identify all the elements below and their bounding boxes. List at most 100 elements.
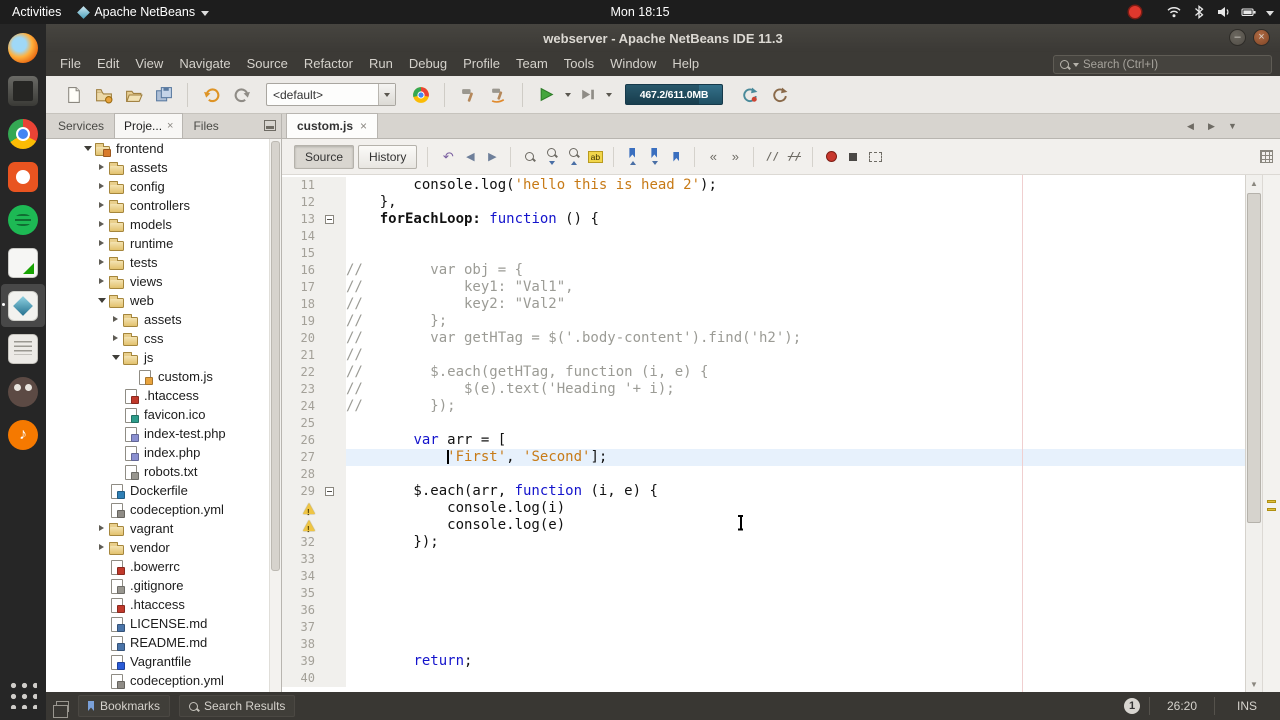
code-line-21[interactable]: 21 // [282,347,1245,364]
title-bar[interactable]: webserver - Apache NetBeans IDE 11.3 – × [46,24,1280,53]
bookmarks-button[interactable]: Bookmarks [78,695,171,717]
menu-navigate[interactable]: Navigate [171,52,238,76]
code-text[interactable]: // [346,347,1245,364]
menu-edit[interactable]: Edit [89,52,127,76]
code-text[interactable]: // $(e).text('Heading '+ i); [346,381,1245,398]
source-view-button[interactable]: Source [294,144,355,169]
code-line-23[interactable]: 23 // $(e).text('Heading '+ i); [282,381,1245,398]
dock-item-chrome[interactable] [1,112,45,155]
shift-left-button[interactable]: « [703,147,723,167]
editor-tab-custom-js[interactable]: custom.js × [286,113,379,138]
code-text[interactable]: 'First', 'Second']; [346,449,1245,466]
scroll-down-button[interactable]: ▼ [1246,676,1262,692]
tree-expander-icon[interactable] [96,237,109,250]
dock-item-text-editor[interactable] [1,327,45,370]
code-text[interactable]: var arr = [ [346,432,1245,449]
tree-item-runtime[interactable]: runtime [46,234,269,253]
run-options-caret-icon[interactable] [565,92,571,97]
editor-grid-icon[interactable] [1260,150,1273,163]
code-text[interactable] [346,228,1245,245]
tree-expander-icon[interactable] [96,199,109,212]
tree-item-config[interactable]: config [46,177,269,196]
code-text[interactable] [346,415,1245,432]
code-line-29[interactable]: 29 $.each(arr, function (i, e) { [282,483,1245,500]
tree-item-robots-txt[interactable]: robots.txt [46,462,269,481]
garbage-collect-button[interactable] [736,81,763,108]
tree-item-vagrantfile[interactable]: Vagrantfile [46,652,269,671]
system-tray[interactable] [1129,0,1274,24]
code-line-18[interactable]: 18 // key2: "Val2" [282,296,1245,313]
find-previous-button[interactable] [563,147,583,167]
code-line-19[interactable]: 19 // }; [282,313,1245,330]
dock-item-gimp[interactable] [1,370,45,413]
panel-tab-files[interactable]: Files [183,113,228,138]
code-text[interactable]: console.log(i) [346,500,1245,517]
code-line-26[interactable]: 26 var arr = [ [282,432,1245,449]
code-text[interactable]: $.each(arr, function (i, e) { [346,483,1245,500]
code-line-14[interactable]: 14 [282,228,1245,245]
collapse-panel-button[interactable] [264,120,276,131]
menu-view[interactable]: View [127,52,171,76]
code-line-37[interactable]: 37 [282,619,1245,636]
tree-expander-icon[interactable] [96,180,109,193]
code-line-40[interactable]: 40 [282,670,1245,687]
tree-expander-icon[interactable] [110,332,123,345]
new-project-button[interactable] [90,81,117,108]
code-line-11[interactable]: 11 console.log('hello this is head 2'); [282,177,1245,194]
project-config-combobox[interactable]: <default> [266,83,396,106]
code-editor[interactable]: 11 console.log('hello this is head 2'); 1… [282,175,1245,692]
tab-list-button[interactable]: ▼ [1225,118,1240,134]
stop-macro-button[interactable] [843,147,863,167]
warning-mark[interactable] [1267,500,1276,503]
code-line-30[interactable]: console.log(i) [282,500,1245,521]
dock-item-spotify[interactable] [1,198,45,241]
search-results-button[interactable]: Search Results [179,695,296,717]
debug-project-button[interactable] [574,81,601,108]
find-next-button[interactable] [541,147,561,167]
code-text[interactable]: // $.each(getHTag, function (i, e) { [346,364,1245,381]
editor-scrollbar[interactable]: ▲ ▼ [1245,175,1262,692]
combobox-dropdown-button[interactable] [378,84,395,105]
dock-item-netbeans[interactable] [1,284,45,327]
toggle-bookmark-button[interactable] [666,147,686,167]
uncomment-button[interactable]: // [784,147,804,167]
scroll-tabs-right-button[interactable]: ▶ [1204,118,1219,134]
error-stripe[interactable] [1262,175,1280,692]
code-line-32[interactable]: 32 }); [282,534,1245,551]
clock-button[interactable]: Mon 18:15 [0,5,1280,19]
browser-select-button[interactable] [407,81,434,108]
tree-item-vagrant[interactable]: vagrant [46,519,269,538]
build-project-button[interactable] [455,81,482,108]
code-text[interactable] [346,245,1245,262]
back-button[interactable]: ◀ [460,147,480,167]
dock-item-libreoffice-calc[interactable] [1,241,45,284]
tree-item-css[interactable]: css [46,329,269,348]
menu-tools[interactable]: Tools [556,52,602,76]
dock-item-media-player[interactable] [1,413,45,456]
code-text[interactable]: // key2: "Val2" [346,296,1245,313]
tree-expander-icon[interactable] [96,294,109,307]
dock-item-firefox[interactable] [1,26,45,69]
tree-item-web[interactable]: web [46,291,269,310]
dock-item-terminal[interactable] [1,69,45,112]
code-text[interactable]: // var obj = { [346,262,1245,279]
code-text[interactable] [346,585,1245,602]
memory-usage-button[interactable]: 467.2/611.0MB [625,84,723,105]
tree-item-models[interactable]: models [46,215,269,234]
panel-tab-services[interactable]: Services [48,113,114,138]
tree-item--bowerrc[interactable]: .bowerrc [46,557,269,576]
new-file-button[interactable] [60,81,87,108]
code-text[interactable]: return; [346,653,1245,670]
fold-collapse-icon[interactable] [325,215,334,224]
tree-item-vendor[interactable]: vendor [46,538,269,557]
tree-scrollbar-thumb[interactable] [271,141,280,571]
code-line-16[interactable]: 16 // var obj = { [282,262,1245,279]
window-stack-icon[interactable] [53,700,69,718]
tree-expander-icon[interactable] [110,351,123,364]
previous-bookmark-button[interactable] [622,147,642,167]
search-box[interactable]: Search (Ctrl+I) [1053,55,1272,74]
toggle-highlight-button[interactable]: ab [585,147,605,167]
code-text[interactable]: // var getHTag = $('.body-content').find… [346,330,1245,347]
notifications-badge[interactable]: 1 [1124,698,1140,714]
tree-item-dockerfile[interactable]: Dockerfile [46,481,269,500]
